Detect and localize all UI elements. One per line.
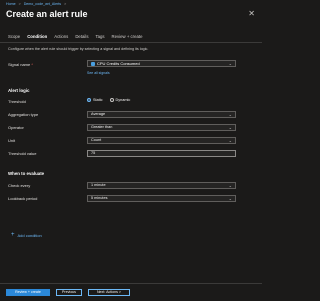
previous-button[interactable]: Previous <box>56 289 82 296</box>
page-title: Create an alert rule <box>6 9 88 19</box>
radio-unselected-icon <box>109 98 114 102</box>
signal-name-select[interactable]: CPU Credits Consumed ⌄ <box>87 60 236 67</box>
aggregation-type-label: Aggregation type <box>8 112 39 117</box>
aggregation-type-select[interactable]: Average ⌄ <box>87 111 236 118</box>
breadcrumb: Home > Demo_code_wrt_Alerts > <box>6 2 68 6</box>
close-icon[interactable]: ✕ <box>248 10 255 18</box>
threshold-label: Threshold <box>8 99 26 104</box>
tab-divider <box>0 42 262 43</box>
metric-icon <box>91 61 95 66</box>
threshold-value-input[interactable]: 75 <box>87 150 236 157</box>
intro-text: Configure when the alert rule should tri… <box>8 47 149 51</box>
threshold-radio-group: Static Dynamic <box>87 98 130 102</box>
breadcrumb-home[interactable]: Home <box>6 2 16 6</box>
alert-logic-heading: Alert logic <box>8 88 30 93</box>
chevron-down-icon: ⌄ <box>228 125 232 130</box>
breadcrumb-resource[interactable]: Demo_code_wrt_Alerts <box>24 2 61 6</box>
threshold-value-label: Threshold value <box>8 151 37 156</box>
chevron-down-icon: ⌄ <box>228 138 232 143</box>
operator-select[interactable]: Greater than ⌄ <box>87 124 236 131</box>
chevron-down-icon: ⌄ <box>228 112 232 117</box>
signal-value: CPU Credits Consumed <box>91 61 235 66</box>
breadcrumb-separator: > <box>64 2 67 6</box>
when-to-evaluate-heading: When to evaluate <box>8 171 45 176</box>
operator-label: Operator <box>8 125 24 130</box>
next-actions-button[interactable]: Next: Actions > <box>88 289 130 296</box>
plus-icon: + <box>11 232 15 238</box>
add-condition-button[interactable]: + Add condition <box>11 232 42 238</box>
check-every-select[interactable]: 1 minute ⌄ <box>87 182 236 189</box>
lookback-period-select[interactable]: 5 minutes ⌄ <box>87 195 236 202</box>
check-every-label: Check every <box>8 183 31 188</box>
threshold-dynamic-radio[interactable]: Dynamic <box>109 98 130 102</box>
chevron-down-icon: ⌄ <box>228 183 232 188</box>
footer-bar: Review + create Previous Next: Actions > <box>0 283 262 301</box>
breadcrumb-separator: > <box>18 2 21 6</box>
unit-select[interactable]: Count ⌄ <box>87 137 236 144</box>
review-create-button[interactable]: Review + create <box>6 289 50 296</box>
radio-selected-icon <box>87 98 91 102</box>
see-all-signals-link[interactable]: See all signals <box>87 71 110 75</box>
chevron-down-icon: ⌄ <box>228 196 232 201</box>
signal-name-label: Signal name * <box>8 62 33 67</box>
chevron-down-icon: ⌄ <box>228 61 232 66</box>
lookback-period-label: Lookback period <box>8 196 38 201</box>
unit-label: Unit <box>8 138 16 143</box>
threshold-static-radio[interactable]: Static <box>87 98 103 102</box>
